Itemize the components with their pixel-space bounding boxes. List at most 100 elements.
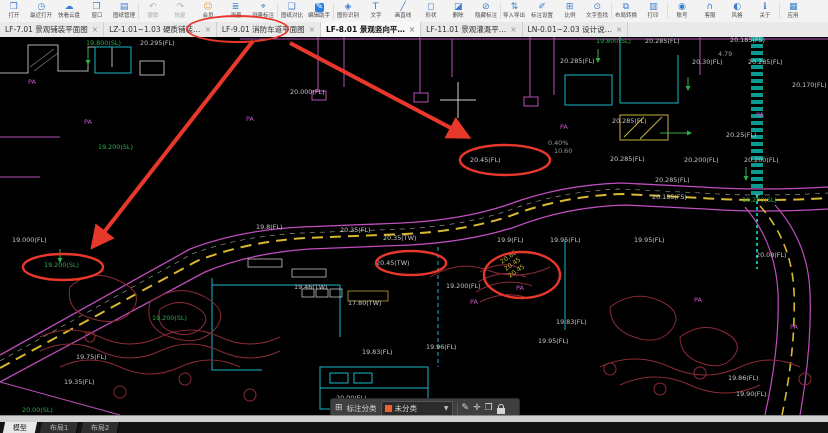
drawing-tab[interactable]: LF-7.01 景观铺装平面图× [0, 22, 104, 37]
elevation-label: 19.800(SL) [86, 39, 121, 47]
toolbar-measure-annotate-button[interactable]: ⌖测量标注 [249, 0, 277, 22]
elevation-label: 20.170(FL) [792, 81, 827, 89]
toolbar-edit-assistant-button[interactable]: ✎编辑助手 [306, 0, 334, 22]
planting-area-label: PA [470, 298, 478, 306]
planting-area-label: PA [28, 78, 36, 86]
planting-area-label: PA [84, 118, 92, 126]
close-icon[interactable]: × [616, 25, 622, 34]
sheet-tab-模型[interactable]: 模型 [3, 422, 38, 433]
cloud-drive-icon: ☁ [64, 3, 73, 12]
drawing-tab[interactable]: LF-8.01 景观竖向平… × [321, 22, 421, 37]
toolbar-label: 标注设置 [531, 12, 553, 18]
toolbar-label: 风格 [732, 12, 743, 18]
toolbar-print-button[interactable]: ▥打印 [640, 0, 668, 22]
toolbar-window-button[interactable]: ❒窗口 [83, 0, 111, 22]
toolbar-import-export-button[interactable]: ⇅导入导出 [501, 0, 529, 22]
toolbar-label: 形状 [425, 12, 436, 18]
elevation-label: 19.83(FL) [362, 348, 393, 356]
move-annotation-icon[interactable]: ✛ [473, 404, 481, 413]
drawing-tab[interactable]: LF-11.01 景观灌溉平…× [421, 22, 522, 37]
edit-annotation-icon[interactable]: ✎ [462, 404, 470, 413]
elevation-label: 20.35(FL) [340, 226, 371, 234]
drawing-tab[interactable]: LF-9.01 消防车道平面图× [217, 22, 321, 37]
elevation-label: 20.295(FL) [140, 39, 175, 47]
close-icon[interactable]: × [409, 25, 415, 34]
close-icon[interactable]: × [309, 25, 315, 34]
elevation-label: 20.45(TW) [376, 259, 410, 267]
toolbar-open-button[interactable]: ❐打开 [0, 0, 28, 22]
elevation-label: 20.00(SL) [22, 406, 53, 414]
copy-annotation-icon[interactable]: ❐ [485, 404, 493, 413]
tab-label: LN-0.01~2.03 设计说… [528, 24, 613, 35]
close-icon[interactable]: × [92, 25, 98, 34]
elevation-label: 19.800(SL) [596, 37, 631, 45]
tab-label: LF-8.01 景观竖向平… [326, 24, 405, 35]
toolbar-vip-button[interactable]: ☺会员 [194, 0, 222, 22]
sheet-tab-布局1[interactable]: 布局1 [40, 422, 80, 433]
model-layout-tabbar: 模型布局1 布局2 [0, 422, 828, 433]
import-export-icon: ⇅ [511, 3, 519, 12]
toolbar-measure-button[interactable]: ≣测量 [222, 0, 250, 22]
toolbar-style-button[interactable]: ◐风格 [723, 0, 751, 22]
toolbar-draw-line-button[interactable]: ╱画直线 [389, 0, 417, 22]
elevation-label: 20.285(FL) [612, 117, 647, 125]
toolbar-shape-recognize-button[interactable]: ◈图形识别 [334, 0, 362, 22]
elevation-label: 20.285(FL) [610, 155, 645, 163]
toolbar-scale-button[interactable]: ⊞比例 [556, 0, 584, 22]
toolbar-undo-button[interactable]: ↶撤销 [139, 0, 167, 22]
toolbar-layout-convert-button[interactable]: ⧉布局转换 [612, 0, 640, 22]
sheet-tab-布局2[interactable]: 布局2 [81, 422, 121, 433]
toolbar-about-button[interactable]: ℹ关于 [751, 0, 779, 22]
elevation-label: 20.45(FL) [470, 156, 501, 164]
toolbar-drawing-compare-button[interactable]: ❏图纸对比 [278, 0, 306, 22]
elevation-label: 20.200(FL) [684, 156, 719, 164]
drawing-manager-icon: ▤ [120, 3, 129, 12]
toolbar-drawing-manager-button[interactable]: ▤图纸管理 [110, 0, 138, 22]
about-icon: ℹ [763, 3, 766, 12]
toolbar-annotation-settings-button[interactable]: ✐标注设置 [528, 0, 556, 22]
elevation-label: 19.46(TW) [294, 283, 328, 291]
toolbar-label: 撤销 [147, 12, 158, 18]
toolbar-label: 文字 [370, 12, 381, 18]
toolbar-shapes-button[interactable]: ◻形状 [417, 0, 445, 22]
elevation-label: 19.90(FL) [736, 390, 767, 398]
close-icon[interactable]: × [205, 25, 211, 34]
drawing-tab[interactable]: LN-0.01~2.03 设计说…× [523, 22, 629, 37]
sheet-tab-label: 布局2 [91, 423, 109, 433]
print-icon: ▥ [649, 3, 658, 12]
toolbar-account-button[interactable]: ◉账号 [668, 0, 696, 22]
toolbar-label: 布局转换 [615, 12, 637, 18]
toolbar-cloud-drive-button[interactable]: ☁快看云盘 [55, 0, 83, 22]
drawing-canvas[interactable]: 19.800(SL) 20.295(FL) 19.800(SL) 20.285(FL)… [0, 37, 828, 415]
elevation-label: 19.9(FL) [497, 236, 523, 244]
toolbar-label: 快看云盘 [58, 12, 80, 18]
annotation-settings-icon: ✐ [538, 3, 546, 12]
layout-convert-icon: ⧉ [623, 3, 629, 12]
toolbar-recent-open-button[interactable]: ◷最近打开 [28, 0, 56, 22]
close-icon[interactable]: × [510, 25, 516, 34]
planting-area-label: PA [790, 323, 798, 331]
toolbar-label: 会员 [202, 12, 213, 18]
category-color-swatch [385, 405, 392, 412]
elevation-label: 19.95(FL) [634, 236, 665, 244]
elevation-label: 19.200(SL) [152, 314, 187, 322]
edit-assistant-icon: ✎ [315, 3, 325, 12]
planting-area-label: PA [560, 123, 568, 131]
toolbar-label: 图纸对比 [281, 12, 303, 18]
toolbar-hide-annotations-button[interactable]: ⊘隐藏标注 [472, 0, 500, 22]
style-icon: ◐ [733, 3, 741, 12]
classify-grid-icon[interactable]: ⊞ [335, 404, 343, 413]
toolbar-support-button[interactable]: ∩客服 [696, 0, 724, 22]
toolbar-label: 画直线 [395, 12, 412, 18]
toolbar-apps-button[interactable]: ▦应用 [780, 0, 808, 22]
toolbar-delete-button[interactable]: ◪删除 [445, 0, 473, 22]
elevation-label: 19.000(FL) [12, 236, 47, 244]
lock-icon[interactable] [497, 408, 505, 414]
toolbar-text-search-button[interactable]: ⊙文字查找 [583, 0, 611, 22]
classify-label: 标注分类 [347, 403, 377, 414]
toolbar-text-button[interactable]: T文字 [362, 0, 390, 22]
elevation-label: 19.200(SL) [98, 143, 133, 151]
toolbar-redo-button[interactable]: ↷恢复 [167, 0, 195, 22]
drawing-tab[interactable]: LZ-1.01~1.03 硬质铺装…× [104, 22, 217, 37]
window-icon: ❒ [93, 3, 101, 12]
